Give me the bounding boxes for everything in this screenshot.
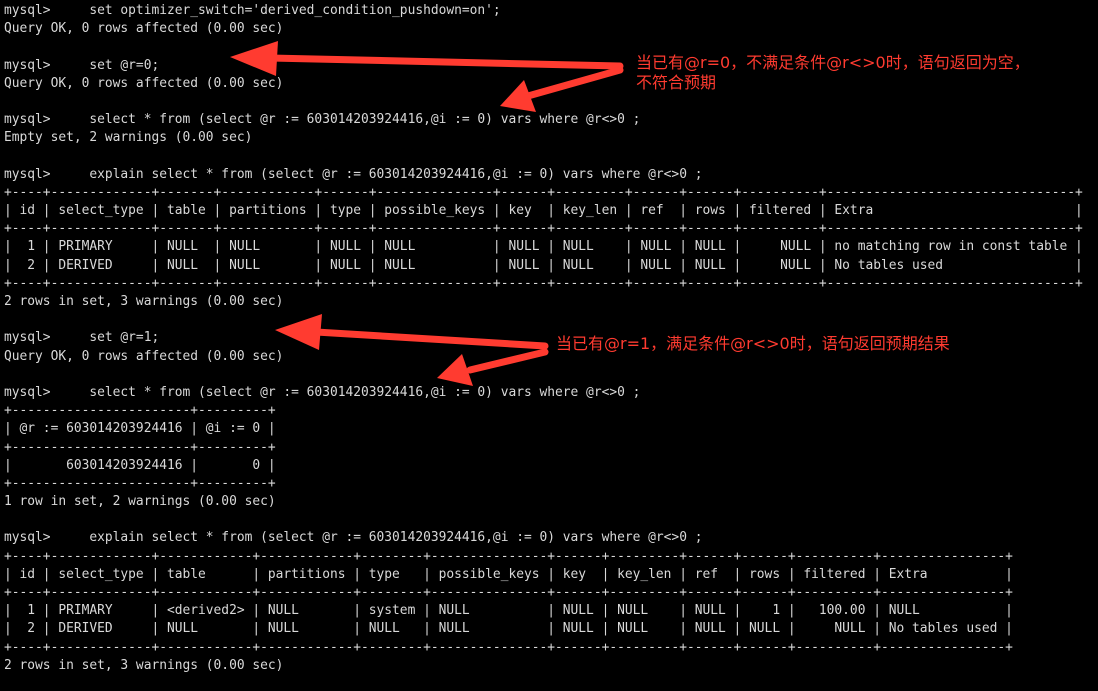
annotation-note: 当已有@r=1，满足条件@r<>0时，语句返回预期结果 bbox=[556, 334, 950, 353]
table-row: | 1 | PRIMARY | NULL | NULL | NULL | NUL… bbox=[4, 239, 1083, 255]
terminal-line: 2 rows in set, 3 warnings (0.00 sec) bbox=[4, 294, 284, 309]
terminal-line: mysql> select * from (select @r := 60301… bbox=[4, 384, 641, 400]
table-header-row: | id | select_type | table | partitions … bbox=[4, 203, 1083, 219]
terminal-line: 2 rows in set, 3 warnings (0.00 sec) bbox=[4, 657, 284, 673]
table-border: +----+-------------+-------+------------… bbox=[4, 275, 1083, 291]
table-border: +----+-------------+-------+------------… bbox=[4, 221, 1083, 237]
table-row: | 2 | DERIVED | NULL | NULL | NULL | NUL… bbox=[4, 257, 1083, 273]
terminal-line: Query OK, 0 rows affected (0.00 sec) bbox=[4, 21, 284, 37]
table-header-row: | @r := 603014203924416 | @i := 0 | bbox=[4, 421, 276, 437]
table-border: +----+-------------+------------+-------… bbox=[4, 585, 1013, 600]
terminal-line: mysql> select * from (select @r := 60301… bbox=[4, 112, 641, 128]
table-row: | 2 | DERIVED | NULL | NULL | NULL | NUL… bbox=[4, 621, 1013, 637]
terminal-line: 1 row in set, 2 warnings (0.00 sec) bbox=[4, 494, 276, 510]
table-row: | 603014203924416 | 0 | bbox=[4, 457, 276, 473]
table-border: +----+-------------+------------+-------… bbox=[4, 639, 1013, 655]
terminal-line: mysql> explain select * from (select @r … bbox=[4, 166, 703, 182]
table-border: +----+-------------+------------+-------… bbox=[4, 548, 1013, 564]
table-border: +-----------------------+---------+ bbox=[4, 475, 276, 491]
table-header-row: | id | select_type | table | partitions … bbox=[4, 566, 1013, 582]
terminal-line: Empty set, 2 warnings (0.00 sec) bbox=[4, 130, 253, 146]
terminal-line: mysql> explain select * from (select @r … bbox=[4, 530, 703, 546]
table-row: | 1 | PRIMARY | <derived2> | NULL | syst… bbox=[4, 603, 1013, 619]
table-border: +-----------------------+---------+ bbox=[4, 403, 276, 419]
table-border: +-----------------------+---------+ bbox=[4, 439, 276, 455]
annotation-note: 当已有@r=0，不满足条件@r<>0时，语句返回为空， 不符合预期 bbox=[636, 53, 1030, 92]
table-border: +----+-------------+-------+------------… bbox=[4, 184, 1083, 200]
terminal-line: mysql> set optimizer_switch='derived_con… bbox=[4, 3, 501, 18]
